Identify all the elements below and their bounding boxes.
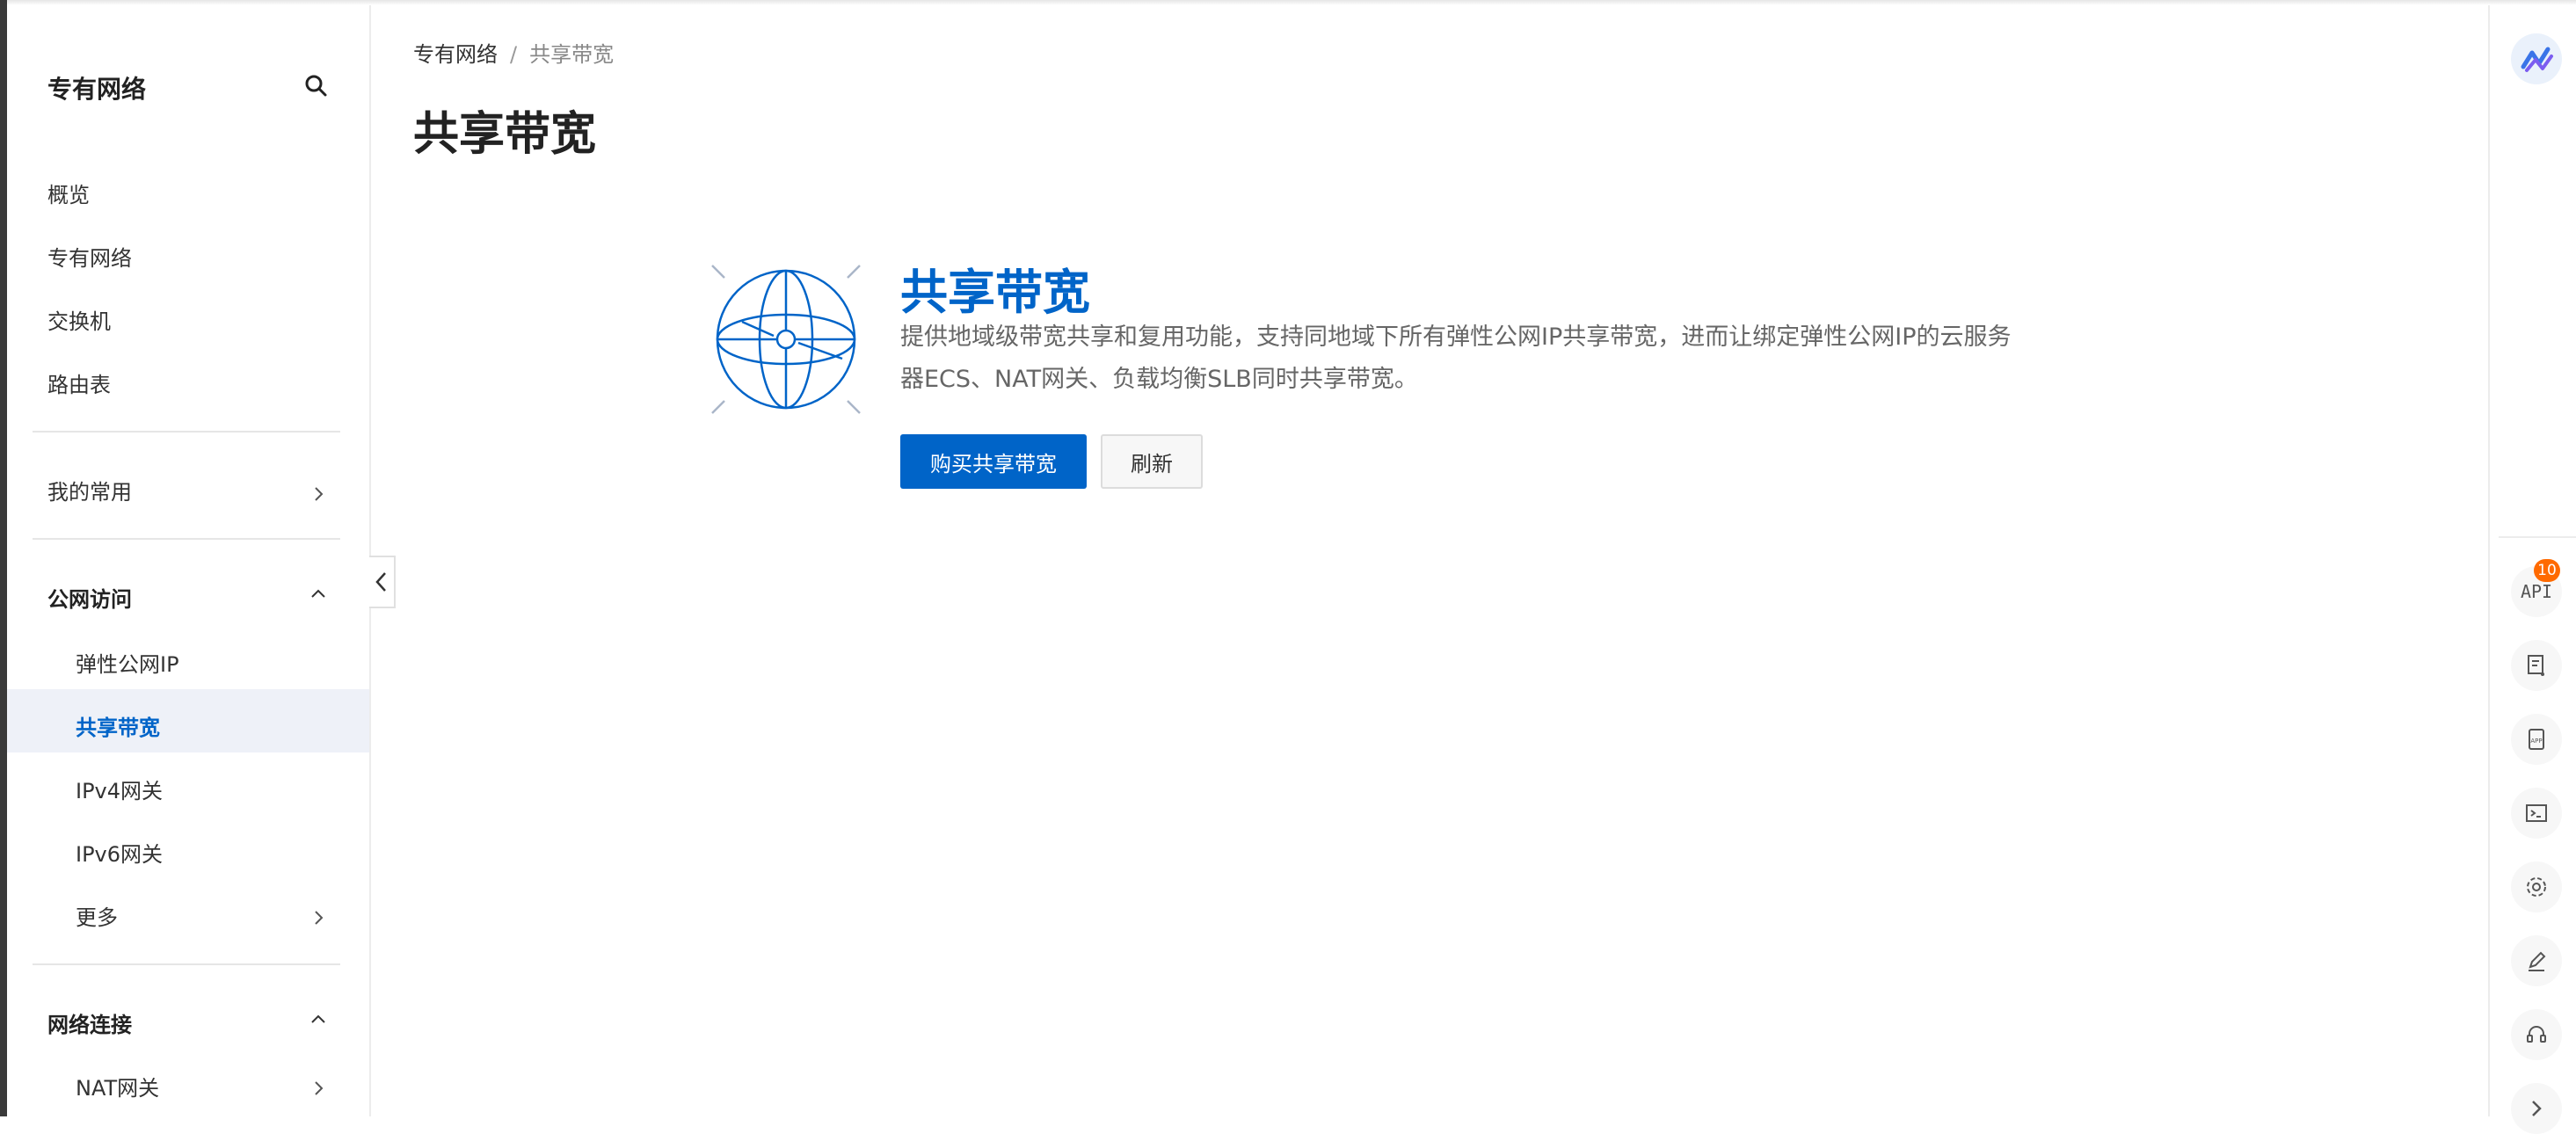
edit-icon (2529, 951, 2546, 971)
app-button[interactable]: APP (2511, 714, 2562, 765)
sidebar-item-vswitch[interactable]: 交换机 (47, 304, 111, 335)
hero-description-line: 器ECS、NAT网关、负载均衡SLB同时共享带宽。 (900, 366, 1418, 393)
top-shadow (0, 0, 2576, 5)
sidebar-item-vpc[interactable]: 专有网络 (47, 241, 132, 272)
order-cart-button[interactable] (2511, 640, 2562, 691)
page-title: 共享带宽 (413, 108, 597, 161)
sidebar-divider (33, 963, 340, 965)
gear-icon (2527, 877, 2546, 897)
sidebar-item-ipv4-gateway[interactable]: IPv4网关 (76, 774, 163, 804)
sidebar-active-highlight (7, 689, 369, 752)
chevron-up-icon[interactable] (309, 585, 327, 603)
chevron-up-icon[interactable] (309, 1011, 327, 1029)
chevron-right-icon (315, 911, 324, 925)
chevron-right-icon (315, 1081, 324, 1095)
sidebar-collapse-button[interactable] (369, 556, 396, 608)
sidebar-title: 专有网络 (47, 75, 147, 104)
rail-divider (2499, 536, 2576, 538)
sidebar-divider (33, 538, 340, 540)
refresh-button[interactable]: 刷新 (1101, 434, 1203, 489)
breadcrumb-root[interactable]: 专有网络 (413, 42, 498, 67)
sidebar-item-route-table[interactable]: 路由表 (47, 367, 111, 398)
hero-description-line: 提供地域级带宽共享和复用功能，支持同地域下所有弹性公网IP共享带宽，进而让绑定弹… (900, 323, 2012, 351)
headset-icon (2527, 1026, 2546, 1043)
breadcrumb: 专有网络 / 共享带宽 (413, 37, 614, 68)
sidebar-item-shared-bandwidth[interactable]: 共享带宽 (76, 710, 160, 741)
right-toolbar: API APP (2488, 5, 2576, 1134)
buy-shared-bandwidth-button[interactable]: 购买共享带宽 (900, 434, 1087, 489)
support-button[interactable] (2511, 1009, 2562, 1060)
breadcrumb-current: 共享带宽 (529, 42, 615, 67)
hero-description: 提供地域级带宽共享和复用功能，支持同地域下所有弹性公网IP共享带宽，进而让绑定弹… (900, 316, 2070, 401)
sidebar-item-favorites[interactable]: 我的常用 (47, 475, 132, 505)
sidebar: 专有网络 概览 专有网络 交换机 路由表 我的常用 公网访问 弹性公网IP 共享… (7, 5, 371, 1116)
terminal-icon (2526, 804, 2547, 822)
chevron-right-icon (2532, 1101, 2542, 1116)
globe-icon (711, 265, 861, 414)
breadcrumb-separator: / (510, 42, 518, 67)
svg-text:APP: APP (2530, 738, 2542, 745)
search-icon[interactable] (302, 72, 329, 98)
api-count-badge: 10 (2534, 559, 2560, 582)
window-edge (0, 0, 7, 1116)
sidebar-item-eip[interactable]: 弹性公网IP (76, 647, 179, 678)
hero-title: 共享带宽 (900, 265, 1090, 320)
sidebar-item-overview[interactable]: 概览 (47, 178, 90, 208)
sidebar-group-public-access[interactable]: 公网访问 (47, 582, 132, 613)
settings-button[interactable] (2511, 861, 2562, 912)
terminal-button[interactable] (2511, 788, 2562, 839)
chevron-right-icon (315, 487, 324, 501)
edit-button[interactable] (2511, 935, 2562, 986)
sidebar-item-ipv6-gateway[interactable]: IPv6网关 (76, 837, 163, 868)
expand-rail-button[interactable] (2511, 1083, 2562, 1134)
sidebar-item-nat-gateway[interactable]: NAT网关 (76, 1071, 159, 1101)
sidebar-divider (33, 431, 340, 433)
sidebar-item-more[interactable]: 更多 (76, 900, 118, 931)
app-icon: APP (2529, 729, 2544, 750)
chevron-left-icon (375, 572, 386, 592)
sidebar-group-network-connection[interactable]: 网络连接 (47, 1007, 132, 1038)
api-label: API (2520, 581, 2553, 602)
order-cart-icon (2528, 655, 2544, 676)
assistant-logo-icon[interactable] (2511, 33, 2562, 84)
